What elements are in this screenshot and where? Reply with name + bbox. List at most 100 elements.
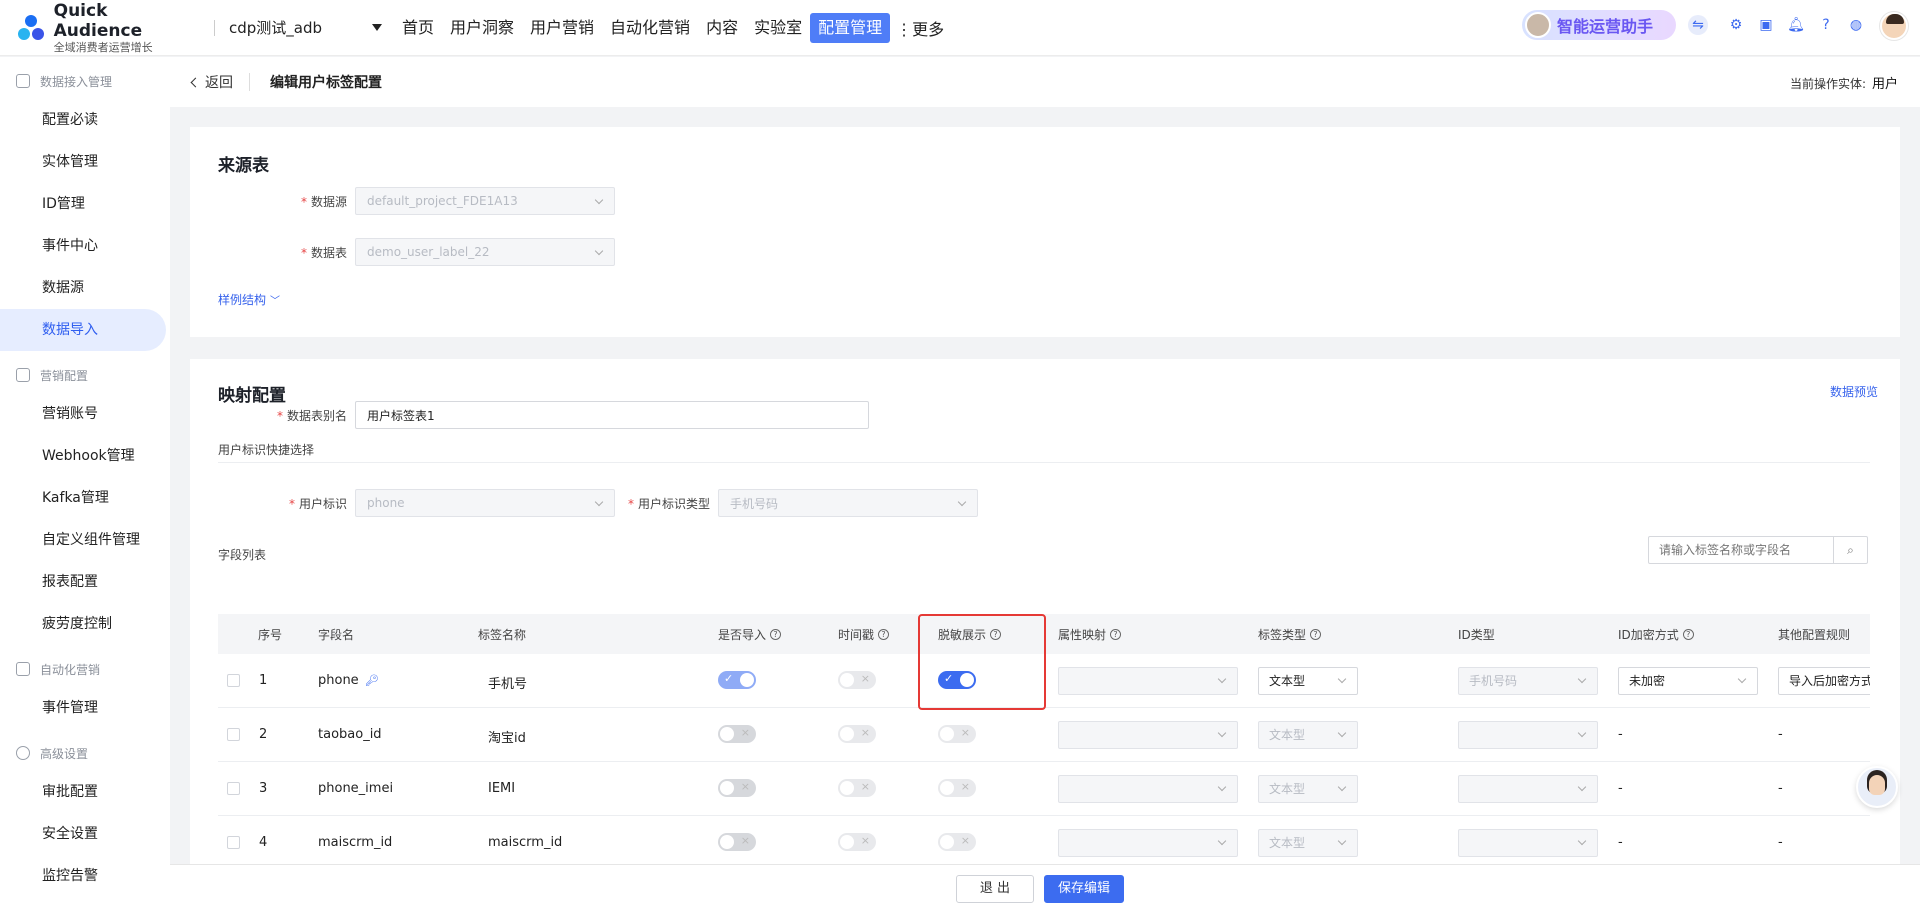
alias-input[interactable]: 用户标签表1 bbox=[355, 401, 869, 429]
col-id-type: ID类型 bbox=[1458, 628, 1495, 642]
tag-type-select[interactable]: 文本型 bbox=[1258, 667, 1358, 695]
id-type-select[interactable] bbox=[1458, 721, 1598, 749]
encrypt-value: - bbox=[1618, 781, 1623, 796]
app-slogan: 全域消费者运营增长 bbox=[53, 40, 153, 54]
import-toggle[interactable]: × bbox=[718, 833, 756, 851]
id-type-select[interactable] bbox=[1458, 829, 1598, 857]
encrypt-select[interactable]: 未加密 bbox=[1618, 667, 1758, 695]
sidebar-item-event-center[interactable]: 事件中心 bbox=[0, 225, 170, 267]
help-icon[interactable]: ? bbox=[1110, 629, 1122, 640]
project-selector[interactable]: cdp测试_adb bbox=[214, 19, 394, 37]
tag-type-select[interactable]: 文本型 bbox=[1258, 721, 1358, 749]
chevron-down-icon bbox=[1577, 836, 1587, 846]
automation-icon bbox=[16, 662, 30, 676]
attr-mapping-select[interactable] bbox=[1058, 667, 1238, 695]
sample-structure-link[interactable]: 样例结构 ﹀ bbox=[218, 291, 280, 308]
user-avatar[interactable] bbox=[1880, 12, 1908, 40]
data-preview-link[interactable]: 数据预览 bbox=[1830, 383, 1878, 400]
sidebar-item-report-config[interactable]: 报表配置 bbox=[0, 561, 170, 603]
timestamp-toggle[interactable]: × bbox=[838, 671, 876, 689]
uid-type-row: * 用户标识类型 手机号码 bbox=[620, 489, 978, 517]
import-toggle[interactable]: × bbox=[718, 779, 756, 797]
help-icon[interactable]: ? bbox=[878, 629, 890, 640]
timestamp-toggle[interactable]: × bbox=[838, 779, 876, 797]
mask-toggle[interactable]: × bbox=[938, 725, 976, 743]
smart-assistant-button[interactable]: 智能运营助手 bbox=[1522, 10, 1676, 40]
sidebar-item-monitoring-alerts[interactable]: 监控告警 bbox=[0, 855, 170, 897]
sidebar-item-security-settings[interactable]: 安全设置 bbox=[0, 813, 170, 855]
nav-automation-marketing[interactable]: 自动化营销 bbox=[602, 13, 698, 43]
table-select[interactable]: demo_user_label_22 bbox=[355, 238, 615, 266]
nav-more[interactable]: ⋮更多 bbox=[890, 16, 950, 40]
col-field: 字段名 bbox=[318, 628, 355, 642]
sidebar-item-webhook[interactable]: Webhook管理 bbox=[0, 435, 170, 477]
row-field: phone 🔑︎ bbox=[318, 673, 379, 688]
mask-toggle[interactable]: × bbox=[938, 779, 976, 797]
row-field: phone_imei bbox=[318, 781, 394, 796]
row-checkbox[interactable] bbox=[227, 728, 240, 741]
datasource-select[interactable]: default_project_FDE1A13 bbox=[355, 187, 615, 215]
sidebar-item-custom-component[interactable]: 自定义组件管理 bbox=[0, 519, 170, 561]
nav-content[interactable]: 内容 bbox=[698, 13, 746, 43]
sidebar-item-entity-management[interactable]: 实体管理 bbox=[0, 141, 170, 183]
chevron-down-icon bbox=[957, 497, 967, 507]
import-toggle[interactable]: × bbox=[718, 725, 756, 743]
bell-icon[interactable]: 🔔︎ bbox=[1786, 15, 1806, 35]
row-checkbox[interactable] bbox=[227, 836, 240, 849]
sidebar-item-data-import[interactable]: 数据导入 bbox=[0, 309, 166, 351]
help-icon[interactable]: ? bbox=[770, 629, 782, 640]
timestamp-toggle[interactable]: × bbox=[838, 725, 876, 743]
id-type-select[interactable]: 手机号码 bbox=[1458, 667, 1598, 695]
row-tag-name: 淘宝id bbox=[488, 731, 526, 746]
sidebar-item-data-source[interactable]: 数据源 bbox=[0, 267, 170, 309]
row-tag-name: maiscrm_id bbox=[488, 835, 563, 850]
help-icon[interactable]: ? bbox=[1682, 629, 1694, 640]
encrypt-value: - bbox=[1618, 727, 1623, 742]
sidebar-group-data-access: 数据接入管理 bbox=[0, 71, 170, 91]
sidebar-item-event-management[interactable]: 事件管理 bbox=[0, 687, 170, 729]
service-icon[interactable]: ⚙ bbox=[1726, 15, 1746, 35]
globe-icon[interactable]: ◍ bbox=[1846, 15, 1866, 35]
mask-toggle[interactable]: × bbox=[938, 833, 976, 851]
exit-button[interactable]: 退 出 bbox=[956, 875, 1034, 903]
nav-lab[interactable]: 实验室 bbox=[746, 13, 810, 43]
row-checkbox[interactable] bbox=[227, 674, 240, 687]
uid-type-select[interactable]: 手机号码 bbox=[718, 489, 978, 517]
toolbox-icon[interactable]: ▣ bbox=[1756, 15, 1776, 35]
id-type-select[interactable] bbox=[1458, 775, 1598, 803]
attr-mapping-select[interactable] bbox=[1058, 775, 1238, 803]
import-toggle[interactable]: ✓ bbox=[718, 671, 756, 689]
tag-type-select[interactable]: 文本型 bbox=[1258, 829, 1358, 857]
help-icon[interactable]: ? bbox=[1816, 15, 1836, 35]
sidebar-item-id-management[interactable]: ID管理 bbox=[0, 183, 170, 225]
timestamp-toggle[interactable]: × bbox=[838, 833, 876, 851]
attr-mapping-select[interactable] bbox=[1058, 721, 1238, 749]
sidebar-item-marketing-account[interactable]: 营销账号 bbox=[0, 393, 170, 435]
uid-select[interactable]: phone bbox=[355, 489, 615, 517]
assistant-label: 智能运营助手 bbox=[1557, 17, 1654, 36]
table-row: 4 maiscrm_id maiscrm_id × × × 文本型 - - bbox=[218, 816, 1870, 870]
nav-user-insight[interactable]: 用户洞察 bbox=[442, 13, 522, 43]
sidebar-item-fatigue-control[interactable]: 疲劳度控制 bbox=[0, 603, 170, 645]
main-nav: 首页 用户洞察 用户营销 自动化营销 内容 实验室 配置管理 ⋮更多 bbox=[394, 12, 950, 43]
other-rules-select[interactable]: 导入后加密方式 bbox=[1778, 667, 1870, 695]
app-logo[interactable]: Quick Audience 全域消费者运营增长 bbox=[16, 1, 200, 55]
help-icon[interactable]: ? bbox=[1310, 629, 1322, 640]
sidebar-item-config-readme[interactable]: 配置必读 bbox=[0, 99, 170, 141]
search-icon[interactable]: ⌕ bbox=[1833, 537, 1867, 563]
sidebar-item-kafka[interactable]: Kafka管理 bbox=[0, 477, 170, 519]
field-search-input[interactable] bbox=[1649, 538, 1833, 562]
switch-icon[interactable]: ⇋ bbox=[1688, 15, 1708, 35]
source-table-card: 来源表 * 数据源 default_project_FDE1A13 * 数据表 de… bbox=[190, 127, 1900, 337]
row-checkbox[interactable] bbox=[227, 782, 240, 795]
nav-config-management[interactable]: 配置管理 bbox=[810, 12, 891, 43]
tag-type-select[interactable]: 文本型 bbox=[1258, 775, 1358, 803]
back-button[interactable]: 返回 bbox=[190, 72, 233, 92]
sidebar-item-approval-config[interactable]: 审批配置 bbox=[0, 771, 170, 813]
attr-mapping-select[interactable] bbox=[1058, 829, 1238, 857]
assistant-floating-avatar[interactable] bbox=[1856, 766, 1898, 808]
nav-user-marketing[interactable]: 用户营销 bbox=[522, 13, 602, 43]
sidebar-group-marketing-config: 营销配置 bbox=[0, 365, 170, 385]
save-button[interactable]: 保存编辑 bbox=[1044, 875, 1124, 903]
nav-home[interactable]: 首页 bbox=[394, 13, 442, 43]
